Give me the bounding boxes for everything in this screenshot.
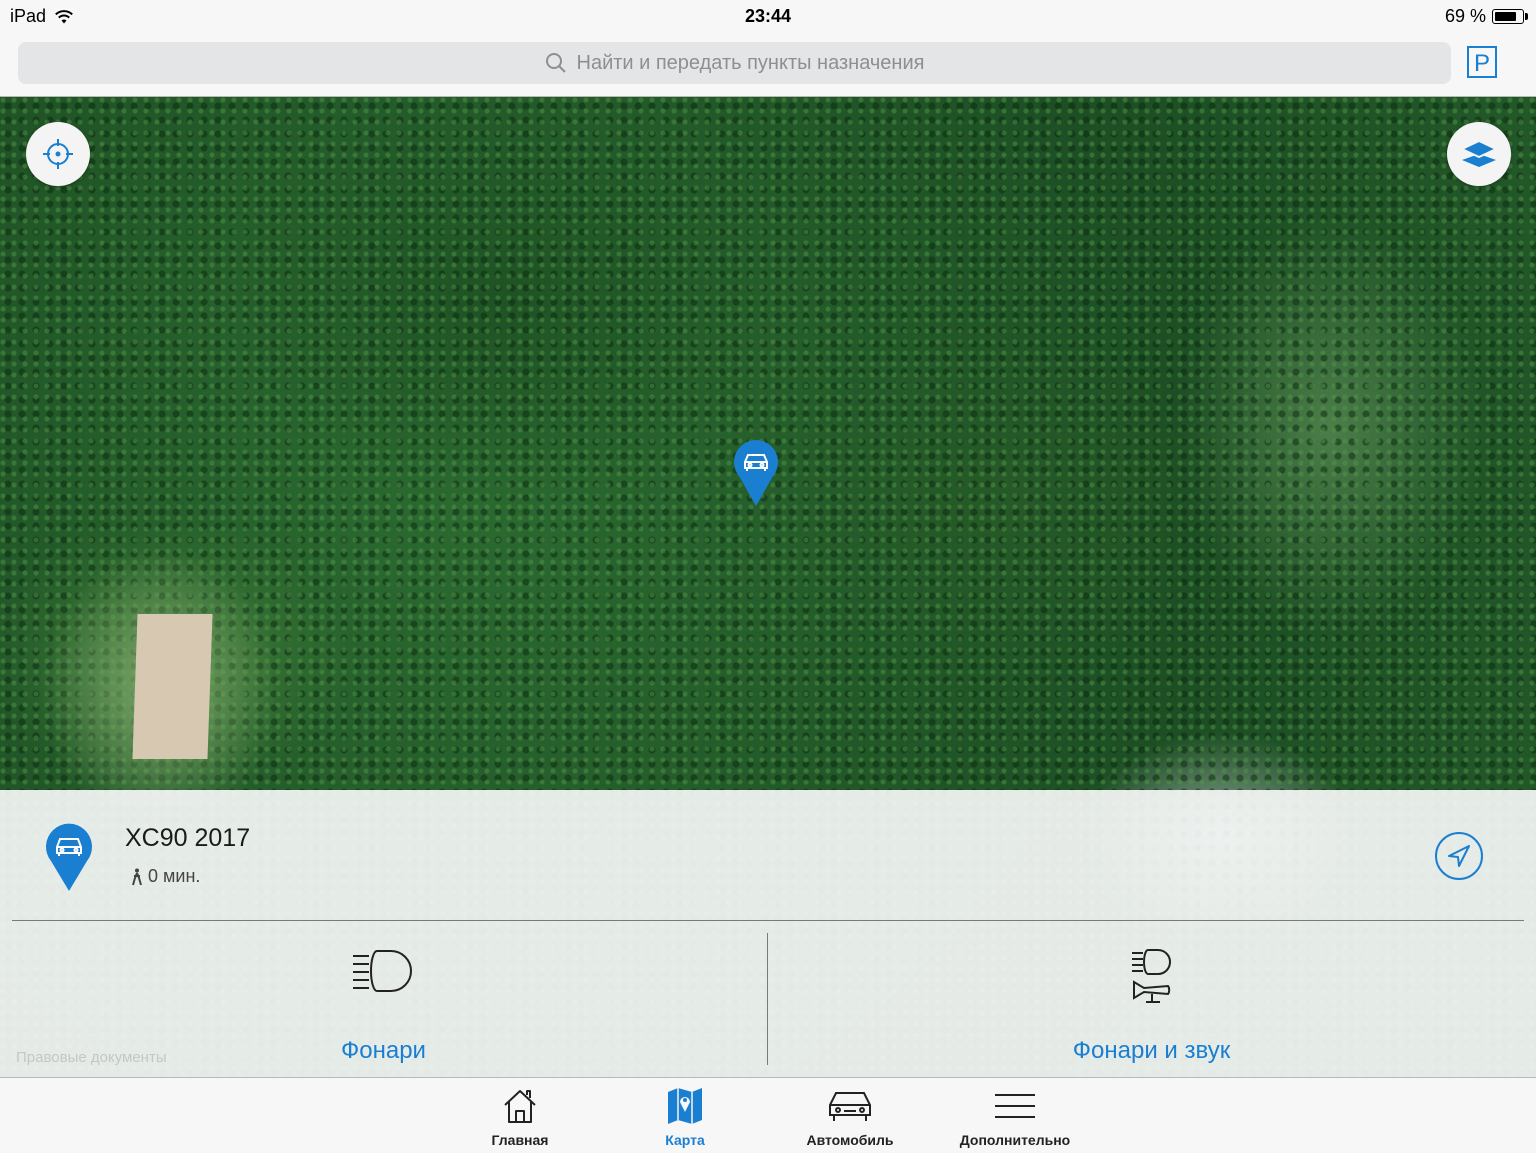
tab-car-label: Автомобиль [806, 1132, 894, 1148]
navigation-arrow-icon [1448, 845, 1470, 867]
layers-icon [1460, 139, 1498, 167]
tab-home[interactable]: Главная [445, 1084, 595, 1152]
locate-button[interactable] [26, 122, 90, 186]
vehicle-pin-icon [46, 823, 92, 891]
panel-divider [12, 920, 1524, 921]
map-field [132, 614, 213, 759]
walk-eta: 0 мин. [130, 866, 200, 887]
map-icon [668, 1088, 702, 1124]
menu-icon [995, 1094, 1035, 1118]
parking-button[interactable]: P [1467, 46, 1497, 78]
lights-and-horn-button[interactable]: Фонари и звук [768, 940, 1535, 1070]
headlights-horn-icon [1131, 949, 1171, 1003]
tab-bar: Главная Карта Автомобиль Дополнительно [0, 1077, 1536, 1153]
car-pin-icon[interactable] [733, 438, 779, 508]
vehicle-name: XC90 2017 [125, 824, 251, 852]
walk-eta-text: 0 мин. [148, 866, 201, 886]
tab-more[interactable]: Дополнительно [940, 1084, 1090, 1152]
clock: 23:44 [744, 6, 792, 26]
walking-icon [132, 868, 142, 885]
search-input[interactable]: Найти и передать пункты назначения [18, 42, 1451, 84]
battery-percent: 69 % [1444, 6, 1486, 26]
battery-icon [1492, 9, 1528, 24]
tab-car[interactable]: Автомобиль [775, 1084, 925, 1152]
search-placeholder: Найти и передать пункты назначения [576, 51, 925, 74]
tab-map-label: Карта [665, 1132, 705, 1148]
tab-home-label: Главная [491, 1132, 549, 1148]
tab-more-label: Дополнительно [959, 1132, 1071, 1148]
headlights-icon [352, 950, 412, 992]
layers-button[interactable] [1447, 122, 1511, 186]
navigate-button[interactable] [1435, 832, 1483, 880]
status-right: 69 % [1444, 6, 1528, 27]
tab-map[interactable]: Карта [610, 1084, 760, 1152]
car-icon [829, 1092, 871, 1121]
legal-documents-link[interactable]: Правовые документы [16, 1049, 167, 1066]
home-icon [504, 1090, 536, 1123]
search-icon [545, 53, 566, 73]
search-bar: Найти и передать пункты назначения P [0, 32, 1536, 97]
lights-and-horn-label: Фонари и звук [1072, 1037, 1231, 1064]
locate-icon [43, 139, 73, 169]
status-bar: iPad 23:44 69 % [0, 0, 1536, 32]
